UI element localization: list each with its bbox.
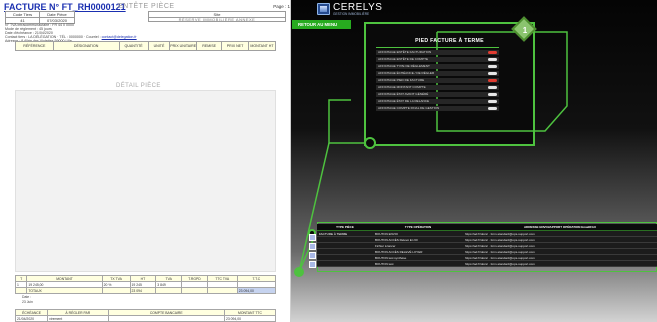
contact-email-link[interactable]: contact@delegation.fr [102,35,137,39]
row-action-icon[interactable] [309,261,316,268]
ops-cell [317,260,373,267]
status-toggle[interactable] [488,86,497,89]
reg-cell [107,315,225,322]
step-label: AFFICHAGE PIED DE FACTURE [378,78,425,82]
status-toggle[interactable] [488,58,497,61]
reglement-table: ÉCHÉANCE À RÉGLER PAR COMPTE BANCAIRE MO… [14,309,277,322]
step-label: AFFICHAGE ÉTAT AVANT GÉNÉRÉ [378,92,429,96]
col-remise[interactable]: REMISE [196,41,223,51]
items-table-header: RÉFÉRENCE DÉSIGNATION QUANTITÉ UNITÉ PRI… [15,41,277,51]
workflow-step[interactable]: AFFICHAGE ÉTAT DE LA RELANCE [376,99,499,104]
col-prix-net[interactable]: PRIX NET [221,41,249,51]
row-action-icons [309,234,316,270]
ops-cell: https://ad.fr/docs/ · form-standard@ops-… [463,260,657,267]
site-value: RÉSERVE IMMOBILIÈRE ANNEXE [178,17,256,22]
col-montant-ht[interactable]: MONTANT HT [247,41,277,51]
workflow-step[interactable]: AFFICHAGE ENTÊTE FACTURATION [376,50,499,55]
total-ttc-value: 23 094,00 [236,287,277,294]
operations-table: TYPE PIÈCE TYPE OPÉRATION ADRESSE ENVOI/… [317,224,657,267]
reg-cell: virement [47,315,109,322]
row-action-icon[interactable] [309,252,316,259]
step-label: AFFICHAGE TYPE DE RÈGLEMENT [378,64,430,68]
workflow-app-area: CERELYS GESTION IMMOBILIÈRE RETOUR AU ME… [291,0,657,322]
tot-cell [181,287,208,294]
workflow-step[interactable]: AFFICHAGE COMPTE FINAL DE GESTION [376,106,499,111]
workflow-step[interactable]: AFFICHAGE TYPE DE RÈGLEMENT [376,64,499,69]
workflow-step[interactable]: AFFICHAGE ÉCHÉANCE / DE RÉGLER [376,71,499,76]
workflow-title-underline [376,47,499,48]
section-header-label: ENTÊTE PIÈCE [118,3,175,10]
status-toggle[interactable] [488,72,497,75]
reg-cell: 23 094,00 [223,315,277,322]
step-label: AFFICHAGE ÉCHÉANCE / DE RÉGLER [378,71,435,75]
workflow-node[interactable] [364,137,376,149]
step-label: AFFICHAGE COMPTE FINAL DE GESTION [378,106,440,110]
site-box: Site RÉSERVE IMMOBILIÈRE ANNEXE [148,11,286,22]
status-toggle[interactable] [488,100,497,103]
tot-cell [155,287,183,294]
col-reference[interactable]: RÉFÉRENCE [15,41,54,51]
workflow-node-dot[interactable] [294,267,304,277]
totals-table: T MONTANT TX TVA HT TVA T.RGPD TTC TVA T… [14,275,277,294]
col-quantite[interactable]: QUANTITÉ [118,41,149,51]
ops-cell: BOUTON test [373,260,463,267]
totals-sum-row: TOTAUX 23 094 23 094,00 [14,287,277,294]
tot-cell [206,287,238,294]
page-indicator: Page : 1 [273,4,290,9]
invoice-pane: FACTURE N° FT_RH0000121 ENTÊTE PIÈCE Pag… [0,0,291,322]
workflow-step[interactable]: AFFICHAGE ENTÊTE DE COMPTE [376,57,499,62]
tot-cell [14,287,28,294]
step-label: AFFICHAGE ENTÊTE DE COMPTE [378,57,429,61]
status-toggle[interactable] [488,51,497,54]
detail-lines-area [15,90,276,272]
step-label: AFFICHAGE ÉTAT DE LA RELANCE [378,99,430,103]
tot-cell: TOTAUX [26,287,103,294]
step-label: AFFICHAGE MONTANT COMPTE [378,85,426,89]
status-toggle[interactable] [488,93,497,96]
tot-cell: 23 094 [129,287,157,294]
workflow-title: PIED FACTURE À TERME [415,38,484,44]
workflow-step[interactable]: AFFICHAGE PIED DE FACTURE [376,78,499,83]
col-prix-unitaire[interactable]: PRIX UNITAIRE [169,41,198,51]
step-badge-number: 1 [522,26,528,35]
connector-top [328,99,369,144]
tot-cell [101,287,131,294]
operations-row[interactable]: BOUTON test https://ad.fr/docs/ · form-s… [317,260,657,267]
col-designation[interactable]: DÉSIGNATION [52,41,120,51]
reglement-row: 21/04/2020 virement 23 094,00 [14,315,277,322]
misc-date-label: Date : [22,295,32,299]
status-toggle[interactable] [488,79,497,82]
workflow-step[interactable]: AFFICHAGE ÉTAT AVANT GÉNÉRÉ [376,92,499,97]
row-action-icon[interactable] [309,234,316,241]
workflow-panel: PIED FACTURE À TERME AFFICHAGE ENTÊTE FA… [364,22,568,146]
col-unite[interactable]: UNITÉ [147,41,171,51]
status-toggle[interactable] [488,65,497,68]
misc-date-value: 23 Juin [22,300,33,304]
step-label: AFFICHAGE ENTÊTE FACTURATION [378,50,432,54]
status-toggle[interactable] [488,107,497,110]
workflow-step[interactable]: AFFICHAGE MONTANT COMPTE [376,85,499,90]
detail-piece-label: DÉTAIL PIÈCE [116,83,161,89]
row-action-icon[interactable] [309,243,316,250]
reg-cell: 21/04/2020 [14,315,49,322]
